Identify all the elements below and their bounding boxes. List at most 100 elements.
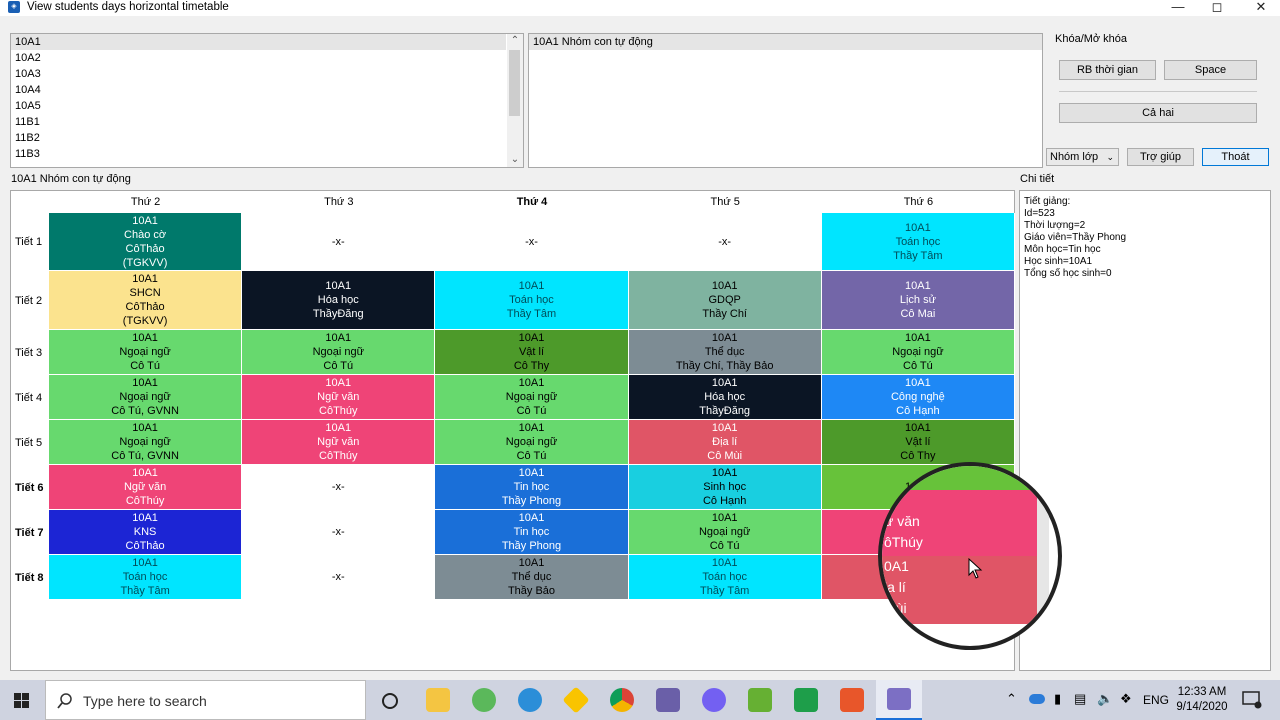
onedrive-icon[interactable]: [1029, 694, 1045, 704]
timetable-cell[interactable]: 10A1 Vật lí Cô Thy: [821, 420, 1015, 465]
day-header[interactable]: Thứ 6: [822, 196, 1015, 208]
scroll-thumb[interactable]: [509, 50, 520, 116]
app-yellow-icon[interactable]: [562, 686, 590, 714]
timetable-cell[interactable]: 10A1 Ngoại ngữ Cô Tú: [435, 375, 629, 420]
class-list-item[interactable]: 11B3: [11, 146, 506, 162]
timetable-cell[interactable]: 10A1 Toán học Thầy Tâm: [821, 213, 1015, 271]
timetable-cell[interactable]: 10A1 KNS CôThảo: [49, 510, 243, 555]
class-list-item[interactable]: 10A4: [11, 82, 506, 98]
group-type-select[interactable]: Nhóm lớp ⌄: [1046, 148, 1119, 166]
class-list-item[interactable]: 11B2: [11, 130, 506, 146]
timetable-cell[interactable]: 10A1 Hóa học ThầyĐăng: [242, 271, 436, 330]
app-book-icon[interactable]: [656, 688, 680, 712]
timetable-cell[interactable]: 10A1 Ngoại ngữ Cô Tú, GVNN: [49, 420, 243, 465]
timetable-cell[interactable]: 10A1 GDQP Thầy Chí: [628, 271, 822, 330]
timetable-cell[interactable]: 10A1 Ngữ văn CôThúy: [242, 375, 436, 420]
class-list[interactable]: 10A1 10A2 10A3 10A4 10A5 11B1 11B2 11B3 ⌃ ⌄: [10, 33, 524, 168]
class-list-item[interactable]: 11B1: [11, 114, 506, 130]
timetable-cell[interactable]: 10A1 Ngoại ngữ Cô Tú: [435, 420, 629, 465]
minimize-button[interactable]: —: [1160, 0, 1196, 16]
timetable-cell[interactable]: 10A1 Toán học Thầy Tâm: [49, 555, 243, 600]
period-header[interactable]: Tiết 1: [11, 213, 49, 271]
timetable-cell[interactable]: -x-: [628, 213, 822, 271]
app-android-icon[interactable]: [748, 688, 772, 712]
timetable-cell[interactable]: 10A1 Ngoại ngữ Cô Tú: [821, 330, 1015, 375]
timetable-cell[interactable]: -x-: [435, 213, 629, 271]
magnifier-top-cell: 1 ữ văn ôThúy: [882, 490, 1039, 556]
timetable-cell[interactable]: 10A1 Ngoại ngữ Cô Tú: [49, 330, 243, 375]
both-button[interactable]: Cả hai: [1059, 103, 1257, 123]
timetable-cell[interactable]: 10A1 Vật lí Cô Thy: [435, 330, 629, 375]
timetable-cell[interactable]: 10A1 Lịch sử Cô Mai: [821, 271, 1015, 330]
timetable-cell[interactable]: 10A1 Ngoại ngữ Cô Tú: [242, 330, 436, 375]
period-header[interactable]: Tiết 8: [11, 555, 49, 600]
taskbar-search-box[interactable]: Type here to search: [45, 680, 366, 720]
timetable-cell[interactable]: 10A1 Địa lí Cô Mùi: [628, 420, 822, 465]
chrome-icon[interactable]: [610, 688, 634, 712]
maximize-button[interactable]: ◻: [1199, 0, 1235, 16]
language-indicator[interactable]: ENG: [1143, 693, 1169, 707]
network-icon[interactable]: ▤: [1074, 691, 1086, 707]
task-view-icon[interactable]: [381, 692, 399, 710]
help-button[interactable]: Trợ giúp: [1127, 148, 1194, 166]
active-app-tab[interactable]: [876, 680, 922, 720]
notification-icon[interactable]: [1242, 691, 1262, 709]
timetable-cell[interactable]: -x-: [242, 465, 436, 510]
viber-icon[interactable]: [702, 688, 726, 712]
class-list-item[interactable]: 10A3: [11, 66, 506, 82]
timetable-cell[interactable]: 10A1 Thể dục Thầy Chí, Thầy Bảo: [628, 330, 822, 375]
timetable-cell[interactable]: 10A1 Toán học Thầy Tâm: [628, 555, 822, 600]
period-header[interactable]: Tiết 6: [11, 465, 49, 510]
timetable-cell[interactable]: 10A1 Toán học Thầy Tâm: [435, 271, 629, 330]
timetable-cell[interactable]: 10A1 Tin học Thầy Phong: [435, 465, 629, 510]
timetable-cell[interactable]: 10A1 Ngoại ngữ Cô Tú: [628, 510, 822, 555]
app-orange-icon[interactable]: [840, 688, 864, 712]
scroll-down-arrow-icon[interactable]: ⌄: [507, 153, 523, 167]
timetable-cell[interactable]: 10A1 Hóa học ThầyĐăng: [628, 375, 822, 420]
rb-time-button[interactable]: RB thời gian: [1059, 60, 1156, 80]
volume-icon[interactable]: 🔈: [1097, 691, 1113, 707]
timetable-cell[interactable]: 10A1 SHCN CôThảo (TGKVV): [49, 271, 243, 330]
chevron-up-icon[interactable]: ⌃: [1006, 691, 1017, 707]
period-header[interactable]: Tiết 2: [11, 271, 49, 330]
period-header[interactable]: Tiết 4: [11, 375, 49, 420]
class-list-item[interactable]: 10A1: [11, 34, 506, 50]
windows-start-icon[interactable]: [14, 693, 30, 709]
app-green-icon[interactable]: [472, 688, 496, 712]
file-explorer-icon[interactable]: [426, 688, 450, 712]
dropbox-icon[interactable]: ❖: [1120, 691, 1132, 707]
space-button[interactable]: Space: [1164, 60, 1257, 80]
title-bar: ◈ View students days horizontal timetabl…: [0, 0, 1280, 16]
timetable-cell[interactable]: 10A1 Công nghệ Cô Hạnh: [821, 375, 1015, 420]
clock[interactable]: 12:33 AM 9/14/2020: [1176, 685, 1228, 715]
exit-button[interactable]: Thoát: [1202, 148, 1269, 166]
period-header[interactable]: Tiết 3: [11, 330, 49, 375]
cell-line: 10A1: [711, 512, 738, 524]
timetable-cell[interactable]: 10A1 Chào cờ CôThảo (TGKVV): [49, 213, 243, 271]
timetable-cell[interactable]: 10A1 Tin học Thầy Phong: [435, 510, 629, 555]
app-c-icon[interactable]: [794, 688, 818, 712]
period-header[interactable]: Tiết 7: [11, 510, 49, 555]
timetable-cell[interactable]: 10A1 Ngoại ngữ Cô Tú, GVNN: [49, 375, 243, 420]
close-button[interactable]: ✕: [1243, 0, 1279, 16]
day-header[interactable]: Thứ 4: [435, 196, 628, 208]
timetable-cell[interactable]: 10A1 Ngữ văn CôThúy: [49, 465, 243, 510]
timetable-cell[interactable]: 10A1 Thể dục Thầy Bảo: [435, 555, 629, 600]
timetable-cell[interactable]: 10A1 Ngữ văn CôThúy: [242, 420, 436, 465]
day-header[interactable]: Thứ 2: [49, 196, 242, 208]
day-header[interactable]: Thứ 3: [242, 196, 435, 208]
group-list-item[interactable]: 10A1 Nhóm con tự động: [529, 34, 1042, 50]
class-list-item[interactable]: 10A5: [11, 98, 506, 114]
app-blue-icon[interactable]: [518, 688, 542, 712]
class-list-scrollbar[interactable]: ⌃ ⌄: [507, 34, 523, 167]
microphone-icon[interactable]: ▮: [1054, 691, 1061, 707]
period-header[interactable]: Tiết 5: [11, 420, 49, 465]
timetable-cell[interactable]: 10A1 Sinh học Cô Hạnh: [628, 465, 822, 510]
class-list-item[interactable]: 10A2: [11, 50, 506, 66]
day-header[interactable]: Thứ 5: [629, 196, 822, 208]
timetable-cell[interactable]: -x-: [242, 510, 436, 555]
timetable-cell[interactable]: -x-: [242, 555, 436, 600]
group-list[interactable]: 10A1 Nhóm con tự động: [528, 33, 1043, 168]
timetable-cell[interactable]: -x-: [242, 213, 436, 271]
scroll-up-arrow-icon[interactable]: ⌃: [507, 34, 523, 48]
